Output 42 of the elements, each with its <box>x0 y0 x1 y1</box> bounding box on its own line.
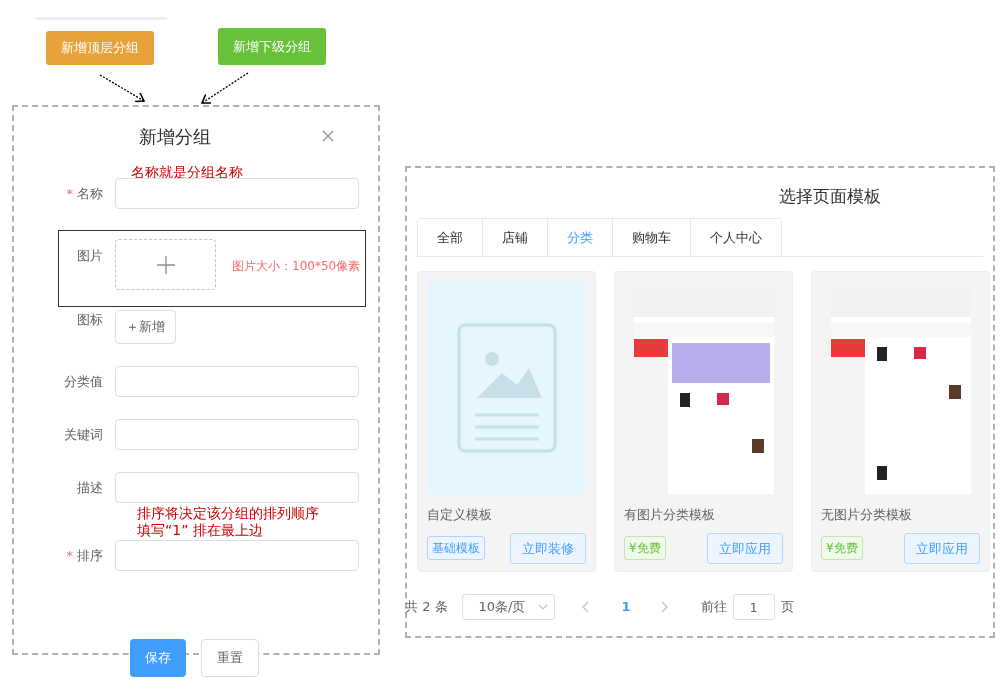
next-icon[interactable] <box>660 601 669 613</box>
field-label: 名称 <box>77 186 103 202</box>
input-field[interactable] <box>115 471 359 503</box>
tab[interactable]: 全部 <box>418 218 483 256</box>
input-field[interactable] <box>115 178 359 210</box>
page-input[interactable]: 1 <box>732 594 775 620</box>
hint-text: 图片大小：100*50像素 <box>232 258 361 276</box>
field-label: 描述 <box>77 479 103 495</box>
reset-button[interactable]: 重置 <box>201 639 259 677</box>
tag: 基础模板 <box>427 536 485 561</box>
caret-icon <box>537 604 548 610</box>
arrow <box>99 73 145 102</box>
card-title: 有图片分类模板 <box>624 506 716 524</box>
card-title: 自定义模板 <box>427 506 493 524</box>
add-button[interactable]: ＋新增 <box>115 310 176 344</box>
field-label: 图片 <box>77 248 103 264</box>
upload-field[interactable] <box>115 239 216 291</box>
close-icon[interactable] <box>322 130 334 142</box>
card-title: 无图片分类模板 <box>821 506 913 524</box>
annotation-text: 排序将决定该分组的排列顺序 <box>137 504 319 522</box>
previous-icon[interactable] <box>581 601 590 613</box>
dialog-title: 新增分组 <box>139 124 211 149</box>
image-placeholder-icon <box>456 322 557 453</box>
required-mark: * <box>66 548 73 564</box>
tag: ¥免费 <box>624 536 666 561</box>
input-field[interactable] <box>115 540 359 572</box>
page-size-select[interactable]: 10条/页 <box>461 594 555 620</box>
field-label: 关键词 <box>64 426 103 442</box>
field-label: 图标 <box>77 312 103 328</box>
goto-label: 前往 <box>700 598 727 617</box>
tag: ¥免费 <box>821 536 863 561</box>
required-mark: * <box>66 186 73 202</box>
page-suffix: 页 <box>780 598 794 617</box>
total-count: 共 2 条 <box>405 598 448 617</box>
panel-title: 选择页面模板 <box>778 185 882 208</box>
input-field[interactable] <box>115 365 359 397</box>
field-label: 排序 <box>77 548 103 564</box>
field-label: 分类值 <box>64 373 103 389</box>
input-field[interactable] <box>115 418 359 450</box>
arrow <box>201 71 249 104</box>
annotation-text: 填写“1” 排在最上边 <box>137 521 263 539</box>
plus-icon <box>155 254 176 275</box>
